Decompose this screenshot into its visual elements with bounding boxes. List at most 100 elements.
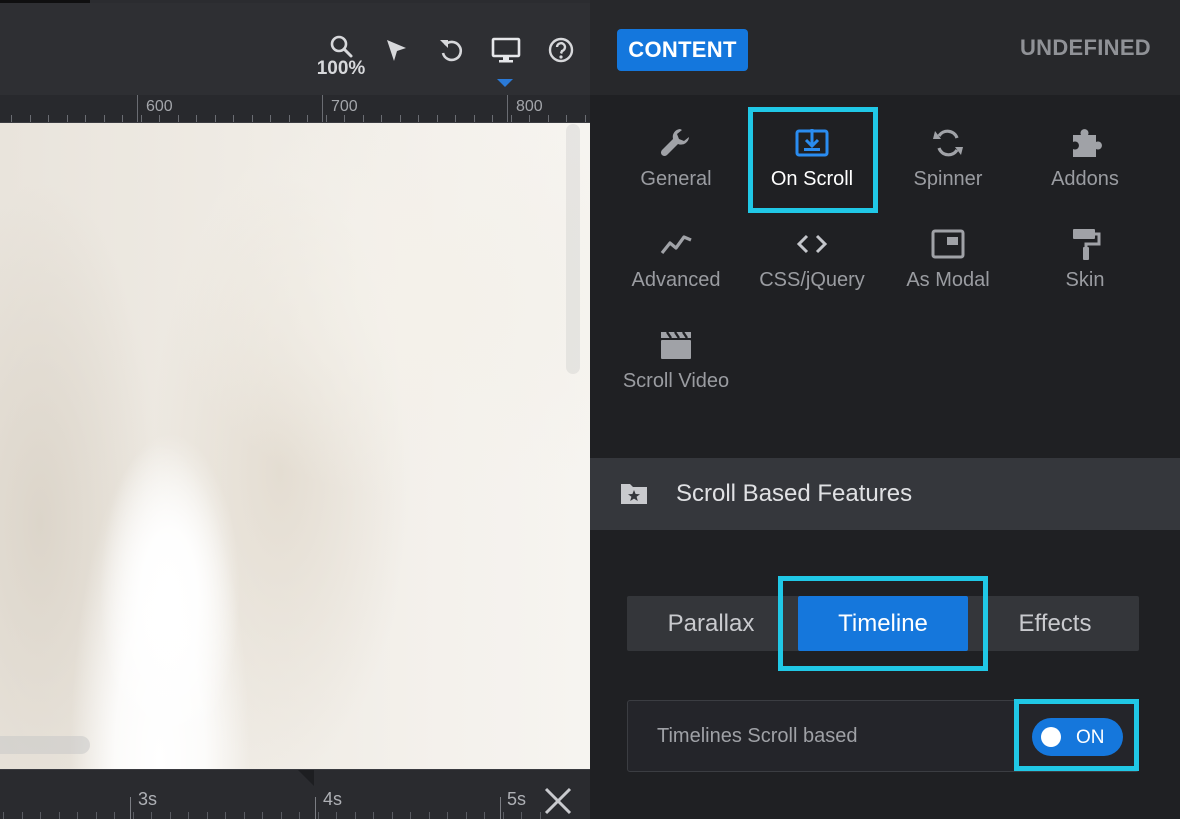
ruler-tick	[251, 115, 253, 122]
ruler-tick	[325, 115, 327, 122]
timeline-tick	[58, 812, 60, 819]
menu-label: Addons	[1051, 168, 1119, 190]
timeline-tick	[77, 812, 78, 819]
ruler-major-tick	[507, 95, 508, 122]
ruler-tick	[122, 115, 123, 122]
ruler-tick	[547, 115, 549, 122]
toggle-state-label: ON	[1076, 727, 1105, 748]
scroll-download-icon	[744, 125, 880, 161]
tab-effects[interactable]: Effects	[971, 596, 1139, 651]
menu-item-scroll-video[interactable]: Scroll Video	[608, 311, 744, 407]
timeline-tick	[391, 812, 393, 819]
timeline-second-tick	[315, 797, 316, 819]
help-icon[interactable]	[544, 33, 578, 67]
menu-label: On Scroll	[770, 168, 854, 190]
search-icon[interactable]	[310, 33, 372, 61]
ruler-major-tick	[137, 95, 138, 122]
feature-tabs: Parallax Timeline Effects	[627, 596, 1139, 651]
device-caret-icon	[497, 79, 513, 87]
menu-item-addons[interactable]: Addons	[1017, 109, 1153, 205]
timeline-tick	[151, 812, 152, 819]
ruler-major-tick	[322, 95, 323, 122]
ruler-tick	[418, 115, 419, 122]
menu-label: Skin	[1065, 269, 1105, 291]
timeline-tick	[373, 812, 374, 819]
puzzle-icon	[1017, 125, 1153, 161]
timeline-tick	[336, 812, 337, 819]
menu-item-spinner[interactable]: Spinner	[880, 109, 1016, 205]
undo-icon[interactable]	[434, 33, 468, 67]
menu-item-skin[interactable]: Skin	[1017, 210, 1153, 306]
menu-label: Scroll Video	[622, 370, 730, 392]
paint-roller-icon	[1017, 226, 1153, 262]
option-row-timelines-scroll: Timelines Scroll based ON	[627, 700, 1139, 772]
ruler-tick	[159, 115, 160, 122]
timeline-second-tick	[130, 797, 131, 819]
panel-header: CONTENT UNDEFINED	[590, 0, 1180, 95]
timeline-label: 3s	[138, 789, 158, 809]
ruler-tick	[85, 115, 86, 122]
horizontal-ruler: 600 700 800	[0, 95, 590, 123]
ruler-tick	[11, 115, 12, 122]
ruler-tick	[140, 115, 142, 122]
tab-timeline[interactable]: Timeline	[798, 596, 968, 651]
ruler-tick	[566, 115, 567, 122]
menu-label: Advanced	[631, 269, 721, 291]
timeline-tick	[465, 812, 467, 819]
timeline-tick	[243, 812, 245, 819]
menu-item-css-jquery[interactable]: CSS/jQuery	[744, 210, 880, 306]
editor-toolbar: 100%	[0, 3, 590, 95]
app-root: 100% 600 700 800 3s 4s 5s CONTENT UNDEFI…	[0, 0, 1180, 819]
timeline-tick	[3, 812, 4, 819]
timeline-tick	[521, 812, 522, 819]
content-button[interactable]: CONTENT	[617, 29, 748, 71]
desktop-icon[interactable]	[489, 33, 523, 67]
ruler-tick	[48, 115, 49, 122]
timeline-tick	[447, 812, 448, 819]
section-header[interactable]: Scroll Based Features	[590, 458, 1180, 530]
timeline-tick	[299, 812, 300, 819]
ruler-tick	[103, 115, 105, 122]
timeline-tick	[169, 812, 171, 819]
menu-item-general[interactable]: General	[608, 109, 744, 205]
ruler-tick	[436, 115, 438, 122]
menu-item-advanced[interactable]: Advanced	[608, 210, 744, 306]
timeline-tick	[428, 812, 430, 819]
ruler-tick	[307, 115, 308, 122]
pointer-icon[interactable]	[379, 33, 413, 67]
timeline-label: 4s	[323, 789, 343, 809]
editor-area: 100% 600 700 800 3s 4s 5s	[0, 0, 590, 819]
ruler-tick	[455, 115, 456, 122]
ruler-tick	[510, 115, 512, 122]
code-icon	[744, 226, 880, 262]
undefined-label: UNDEFINED	[1019, 35, 1151, 60]
wrench-icon	[608, 125, 744, 161]
menu-item-on-scroll[interactable]: On Scroll	[744, 109, 880, 205]
toggle-knob	[1041, 727, 1061, 747]
zoom-control[interactable]: 100%	[310, 33, 372, 80]
timeline-tick	[188, 812, 189, 819]
vertical-scrollbar[interactable]	[566, 124, 580, 374]
settings-panel: CONTENT UNDEFINED General On Scroll Spin…	[590, 0, 1180, 819]
timeline-tick	[40, 812, 41, 819]
ruler-tick	[344, 115, 345, 122]
tab-parallax[interactable]: Parallax	[627, 596, 795, 651]
timeline-ruler[interactable]: 3s 4s 5s	[0, 769, 590, 819]
timeline-marker[interactable]	[298, 770, 314, 786]
modal-icon	[880, 226, 1016, 262]
ruler-tick	[29, 115, 31, 122]
ruler-tick	[177, 115, 179, 122]
menu-item-as-modal[interactable]: As Modal	[880, 210, 1016, 306]
timeline-tick	[262, 812, 263, 819]
timelines-scroll-toggle[interactable]: ON	[1032, 718, 1123, 756]
ruler-label: 700	[331, 98, 358, 115]
timeline-label: 5s	[507, 789, 527, 809]
ruler-tick	[196, 115, 197, 122]
menu-label: As Modal	[906, 269, 990, 291]
ruler-tick	[214, 115, 216, 122]
close-icon[interactable]	[541, 786, 575, 816]
ruler-tick	[362, 115, 364, 122]
timeline-second-tick	[500, 797, 501, 819]
canvas-image[interactable]	[0, 123, 590, 769]
timeline-tick	[114, 812, 115, 819]
